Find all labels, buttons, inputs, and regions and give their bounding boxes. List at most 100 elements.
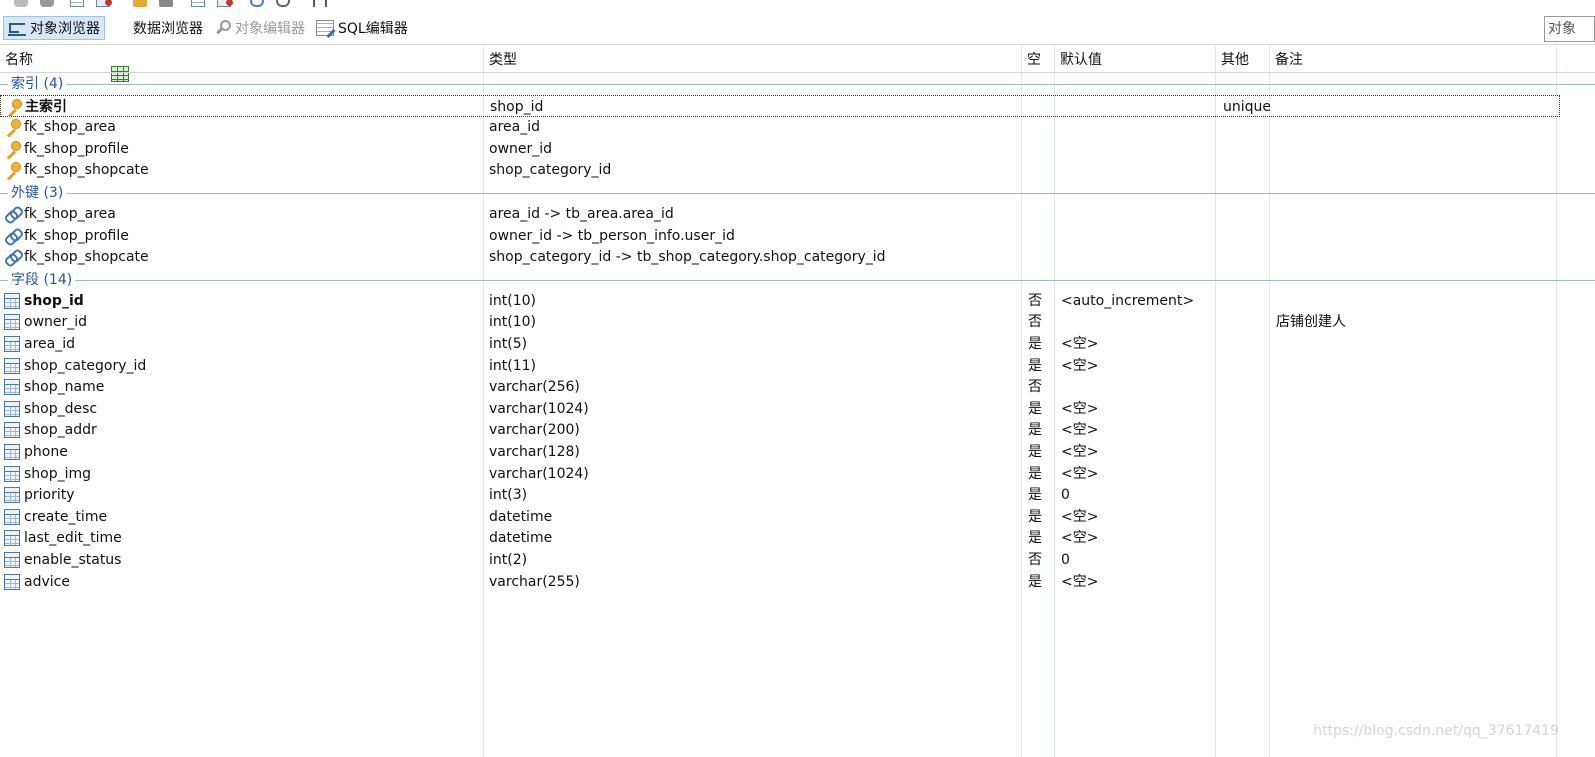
column-header-comment[interactable]: 备注 bbox=[1275, 49, 1303, 69]
table-field-icon bbox=[4, 422, 20, 439]
field-default: <空> bbox=[1061, 400, 1099, 417]
index-row[interactable]: fk_shop_shopcate shop_category_id bbox=[0, 159, 1560, 181]
field-null: 是 bbox=[1028, 508, 1042, 525]
column-header-type[interactable]: 类型 bbox=[489, 49, 517, 69]
foreign-key-name: fk_shop_profile bbox=[24, 227, 129, 244]
tab-label: SQL编辑器 bbox=[338, 21, 408, 37]
field-row[interactable]: shop_desc varchar(1024) 是 <空> bbox=[0, 398, 1560, 420]
group-header[interactable]: 字段 (14) bbox=[0, 269, 1595, 290]
field-row[interactable]: shop_id int(10) 否 <auto_increment> bbox=[0, 290, 1560, 312]
drop-table-icon[interactable] bbox=[96, 0, 112, 7]
drop-key-icon[interactable] bbox=[159, 0, 173, 7]
field-row[interactable]: enable_status int(2) 否 0 bbox=[0, 549, 1560, 571]
foreign-key-name: fk_shop_shopcate bbox=[24, 249, 149, 266]
column-header-name[interactable]: 名称 bbox=[5, 49, 33, 69]
field-row[interactable]: advice varchar(255) 是 <空> bbox=[0, 571, 1560, 593]
index-other: unique bbox=[1223, 98, 1272, 115]
tab-label: 数据浏览器 bbox=[133, 21, 203, 37]
link-icon[interactable] bbox=[250, 0, 264, 7]
index-row[interactable]: fk_shop_area area_id bbox=[0, 116, 1560, 138]
field-name: owner_id bbox=[24, 314, 88, 331]
tab-object-editor[interactable]: 对象编辑器 bbox=[209, 16, 309, 40]
field-row[interactable]: shop_addr varchar(200) 是 <空> bbox=[0, 419, 1560, 441]
field-name: priority bbox=[24, 487, 75, 504]
field-row[interactable]: shop_name varchar(256) 否 bbox=[0, 376, 1560, 398]
field-name: shop_img bbox=[24, 465, 92, 482]
column-header-other[interactable]: 其他 bbox=[1221, 49, 1249, 69]
link-icon bbox=[4, 206, 20, 222]
field-type: varchar(256) bbox=[489, 379, 580, 396]
field-name: shop_name bbox=[24, 379, 105, 396]
index-type: shop_category_id bbox=[489, 162, 612, 179]
column-header-default[interactable]: 默认值 bbox=[1060, 49, 1102, 69]
field-default: 0 bbox=[1061, 487, 1070, 504]
field-name: shop_id bbox=[24, 292, 84, 309]
field-name: last_edit_time bbox=[24, 530, 122, 547]
key-icon bbox=[4, 140, 21, 157]
foreign-key-row[interactable]: fk_shop_shopcate shop_category_id -> tb_s… bbox=[0, 246, 1560, 268]
table-field-icon bbox=[4, 487, 20, 504]
tab-object-browser[interactable]: 对象浏览器 bbox=[3, 16, 105, 40]
field-name: shop_category_id bbox=[24, 357, 147, 374]
table-field-icon bbox=[4, 573, 20, 590]
tab-sql-editor[interactable]: SQL编辑器 bbox=[312, 16, 412, 40]
field-name: create_time bbox=[24, 508, 108, 525]
table-field-icon bbox=[4, 314, 20, 331]
table-icon[interactable] bbox=[70, 0, 84, 7]
database-icon[interactable] bbox=[14, 0, 28, 7]
field-type: int(11) bbox=[489, 357, 536, 374]
drop-database-icon[interactable] bbox=[40, 0, 54, 7]
field-default: <空> bbox=[1061, 443, 1099, 460]
foreign-key-type: owner_id -> tb_person_info.user_id bbox=[489, 227, 735, 244]
group-header[interactable]: 索引 (4) bbox=[0, 74, 1595, 94]
field-row[interactable]: shop_img varchar(1024) 是 <空> bbox=[0, 463, 1560, 485]
foreign-key-row[interactable]: fk_shop_profile owner_id -> tb_person_inf… bbox=[0, 225, 1560, 247]
table-field-icon bbox=[4, 357, 20, 374]
foreign-key-type: area_id -> tb_area.area_id bbox=[489, 205, 674, 222]
field-row[interactable]: phone varchar(128) 是 <空> bbox=[0, 441, 1560, 463]
foreign-key-type: shop_category_id -> tb_shop_category.sho… bbox=[489, 249, 886, 266]
object-browser-icon bbox=[8, 20, 26, 36]
field-row[interactable]: shop_category_id int(11) 是 <空> bbox=[0, 355, 1560, 377]
field-type: int(5) bbox=[489, 335, 528, 352]
index-type: area_id bbox=[489, 119, 540, 136]
key-icon bbox=[4, 119, 21, 135]
tab-data-browser[interactable]: 数据浏览器 bbox=[107, 16, 207, 82]
field-null: 是 bbox=[1028, 443, 1042, 460]
index-row[interactable]: 主索引 shop_id unique bbox=[0, 94, 1560, 117]
index-icon[interactable] bbox=[191, 0, 205, 7]
field-order-icon[interactable] bbox=[313, 0, 327, 7]
field-row[interactable]: last_edit_time datetime 是 <空> bbox=[0, 527, 1560, 549]
field-row[interactable]: area_id int(5) 是 <空> bbox=[0, 333, 1560, 355]
tab-label: 对象编辑器 bbox=[235, 21, 305, 37]
field-null: 否 bbox=[1028, 314, 1042, 331]
field-name: area_id bbox=[24, 335, 75, 352]
field-name: enable_status bbox=[24, 551, 122, 568]
sql-editor-icon bbox=[316, 20, 334, 36]
unlink-icon[interactable] bbox=[276, 0, 290, 7]
field-name: shop_desc bbox=[24, 400, 98, 417]
drop-index-icon[interactable] bbox=[217, 0, 233, 7]
column-header-row: 名称 类型 空 默认值 其他 备注 bbox=[0, 46, 1595, 73]
field-row[interactable]: priority int(3) 是 0 bbox=[0, 484, 1560, 506]
table-field-icon bbox=[4, 443, 20, 460]
field-row[interactable]: create_time datetime 是 <空> bbox=[0, 506, 1560, 528]
field-type: varchar(1024) bbox=[489, 400, 589, 417]
field-type: varchar(1024) bbox=[489, 465, 589, 482]
search-input[interactable]: 对象 bbox=[1544, 16, 1595, 42]
field-null: 是 bbox=[1028, 465, 1042, 482]
index-type: owner_id bbox=[489, 140, 553, 157]
key-icon[interactable] bbox=[133, 0, 147, 7]
group-header[interactable]: 外键 (3) bbox=[0, 182, 1595, 203]
field-row[interactable]: owner_id int(10) 否 店铺创建人 bbox=[0, 311, 1560, 333]
field-type: datetime bbox=[489, 508, 553, 525]
column-header-null[interactable]: 空 bbox=[1027, 49, 1041, 69]
structure-grid: 名称 类型 空 默认值 其他 备注 索引 (4) 主索引 shop_id unique… bbox=[0, 46, 1595, 757]
field-default: <空> bbox=[1061, 422, 1099, 439]
field-default: <空> bbox=[1061, 357, 1099, 374]
field-null: 否 bbox=[1028, 551, 1042, 568]
foreign-key-row[interactable]: fk_shop_area area_id -> tb_area.area_id bbox=[0, 203, 1560, 225]
group-divider bbox=[0, 84, 1595, 85]
watermark: https://blog.csdn.net/qq_37617419 bbox=[1313, 723, 1559, 739]
index-row[interactable]: fk_shop_profile owner_id bbox=[0, 138, 1560, 160]
